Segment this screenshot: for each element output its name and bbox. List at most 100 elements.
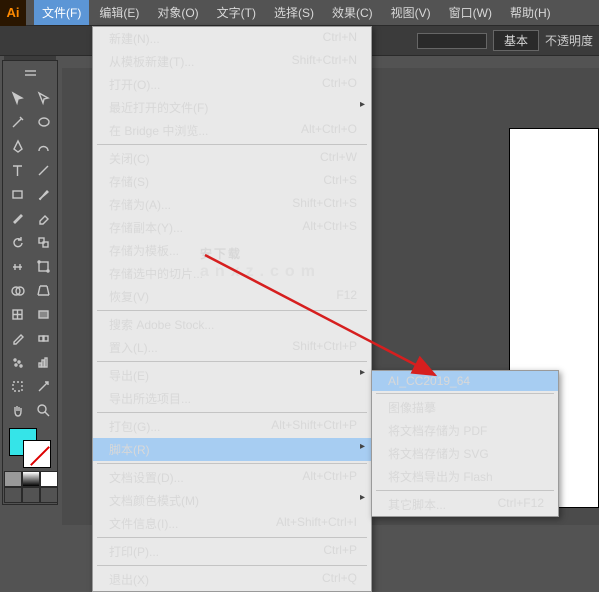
- free-transform-tool[interactable]: [30, 254, 56, 278]
- file-menu-item-10[interactable]: 存储为模板...: [93, 239, 371, 262]
- file-menu-separator: [97, 537, 367, 538]
- slice-tool[interactable]: [30, 374, 56, 398]
- lasso-tool[interactable]: [30, 110, 56, 134]
- gradient-tool[interactable]: [30, 302, 56, 326]
- file-menu-item-label: 文档设置(D)...: [109, 469, 184, 486]
- file-menu-item-23[interactable]: 文档设置(D)... Alt+Ctrl+P: [93, 466, 371, 489]
- menu-效果[interactable]: 效果(C): [324, 0, 381, 25]
- scale-tool[interactable]: [30, 230, 56, 254]
- scripts-submenu-separator: [376, 490, 554, 491]
- file-menu-item-20[interactable]: 打包(G)...Alt+Shift+Ctrl+P: [93, 415, 371, 438]
- toolbox-grip[interactable]: [4, 62, 56, 86]
- menu-选择[interactable]: 选择(S): [266, 0, 322, 25]
- file-menu-item-shortcut: Alt+Shift+Ctrl+I: [276, 515, 357, 532]
- direct-selection-tool[interactable]: [30, 86, 56, 110]
- menu-帮助[interactable]: 帮助(H): [502, 0, 559, 25]
- file-menu-item-18[interactable]: 导出所选项目...: [93, 387, 371, 410]
- artboard-tool[interactable]: [4, 374, 30, 398]
- file-menu-separator: [97, 310, 367, 311]
- eraser-tool[interactable]: [30, 206, 56, 230]
- menu-窗口[interactable]: 窗口(W): [441, 0, 500, 25]
- file-menu-item-8[interactable]: 存储为(A)...Shift+Ctrl+S: [93, 193, 371, 216]
- width-tool[interactable]: [4, 254, 30, 278]
- file-menu-item-27[interactable]: 打印(P)...Ctrl+P: [93, 540, 371, 563]
- file-menu-item-6[interactable]: 关闭(C)Ctrl+W: [93, 147, 371, 170]
- selection-tool[interactable]: [4, 86, 30, 110]
- file-menu-item-shortcut: Alt+Ctrl+P: [302, 469, 357, 486]
- stroke-color[interactable]: [23, 440, 51, 468]
- file-menu-item-25[interactable]: 文件信息(I)...Alt+Shift+Ctrl+I: [93, 512, 371, 535]
- draw-normal[interactable]: [4, 487, 22, 503]
- color-mode-row: [4, 471, 58, 487]
- file-menu-item-shortcut: Shift+Ctrl+S: [292, 196, 357, 213]
- scripts-submenu-item-shortcut: Ctrl+F12: [498, 496, 544, 513]
- file-menu-item-21[interactable]: 脚本(R): [93, 438, 371, 461]
- color-mode[interactable]: [4, 471, 22, 487]
- menu-对象[interactable]: 对象(O): [149, 0, 206, 25]
- file-menu-item-11[interactable]: 存储选中的切片...: [93, 262, 371, 285]
- rectangle-tool[interactable]: [4, 182, 30, 206]
- mesh-tool[interactable]: [4, 302, 30, 326]
- file-menu-item-15[interactable]: 置入(L)...Shift+Ctrl+P: [93, 336, 371, 359]
- app-logo: Ai: [0, 0, 26, 26]
- hand-tool[interactable]: [4, 398, 30, 422]
- eyedropper-tool[interactable]: [4, 326, 30, 350]
- file-menu-item-24[interactable]: 文档颜色模式(M): [93, 489, 371, 512]
- scripts-submenu-item-3[interactable]: 将文档存储为 PDF: [372, 419, 558, 442]
- blend-tool[interactable]: [30, 326, 56, 350]
- none-mode[interactable]: [40, 471, 58, 487]
- draw-inside[interactable]: [40, 487, 58, 503]
- line-tool[interactable]: [30, 158, 56, 182]
- file-menu-item-label: 最近打开的文件(F): [109, 99, 208, 116]
- file-menu-separator: [97, 361, 367, 362]
- perspective-grid-tool[interactable]: [30, 278, 56, 302]
- scripts-submenu-item-5[interactable]: 将文档导出为 Flash: [372, 465, 558, 488]
- file-menu-item-4: 在 Bridge 中浏览...Alt+Ctrl+O: [93, 119, 371, 142]
- shape-builder-tool[interactable]: [4, 278, 30, 302]
- file-menu-item-7[interactable]: 存储(S)Ctrl+S: [93, 170, 371, 193]
- file-menu-item-label: 存储选中的切片...: [109, 265, 203, 282]
- file-menu-item-shortcut: F12: [336, 288, 357, 305]
- file-menu-item-9[interactable]: 存储副本(Y)...Alt+Ctrl+S: [93, 216, 371, 239]
- draw-behind[interactable]: [22, 487, 40, 503]
- magic-wand-tool[interactable]: [4, 110, 30, 134]
- scripts-submenu-item-2[interactable]: 图像描摹: [372, 396, 558, 419]
- scripts-submenu-item-label: 将文档存储为 SVG: [388, 445, 489, 462]
- file-menu-item-label: 关闭(C): [109, 150, 150, 167]
- fill-stroke-swatch[interactable]: [4, 425, 56, 471]
- curvature-tool[interactable]: [30, 134, 56, 158]
- file-menu-item-2[interactable]: 打开(O)...Ctrl+O: [93, 73, 371, 96]
- scripts-submenu-item-7[interactable]: 其它脚本... Ctrl+F12: [372, 493, 558, 516]
- menu-视图[interactable]: 视图(V): [383, 0, 439, 25]
- file-menu-item-label: 新建(N)...: [109, 30, 160, 47]
- scripts-submenu-item-0[interactable]: AI_CC2019_64: [372, 371, 558, 391]
- menu-文件[interactable]: 文件(F): [34, 0, 89, 25]
- scripts-submenu-item-4[interactable]: 将文档存储为 SVG: [372, 442, 558, 465]
- menu-编辑[interactable]: 编辑(E): [91, 0, 147, 25]
- file-menu-item-label: 退出(X): [109, 571, 149, 588]
- type-tool[interactable]: [4, 158, 30, 182]
- file-menu-item-label: 打开(O)...: [109, 76, 160, 93]
- symbol-sprayer-tool[interactable]: [4, 350, 30, 374]
- file-menu-item-1[interactable]: 从模板新建(T)...Shift+Ctrl+N: [93, 50, 371, 73]
- pen-tool[interactable]: [4, 134, 30, 158]
- scripts-submenu-item-label: 其它脚本...: [388, 496, 446, 513]
- column-graph-tool[interactable]: [30, 350, 56, 374]
- file-menu-item-shortcut: Alt+Shift+Ctrl+P: [271, 418, 357, 435]
- file-menu-item-17[interactable]: 导出(E): [93, 364, 371, 387]
- file-menu-item-3[interactable]: 最近打开的文件(F): [93, 96, 371, 119]
- graphic-style-basic[interactable]: 基本: [493, 30, 539, 51]
- file-menu-item-label: 脚本(R): [109, 441, 150, 458]
- gradient-mode[interactable]: [22, 471, 40, 487]
- stroke-preview[interactable]: [417, 33, 487, 49]
- file-menu-item-label: 文档颜色模式(M): [109, 492, 199, 509]
- shaper-tool[interactable]: [4, 206, 30, 230]
- file-menu-item-14[interactable]: 搜索 Adobe Stock...: [93, 313, 371, 336]
- file-menu-item-0[interactable]: 新建(N)... Ctrl+N: [93, 27, 371, 50]
- paintbrush-tool[interactable]: [30, 182, 56, 206]
- zoom-tool[interactable]: [30, 398, 56, 422]
- rotate-tool[interactable]: [4, 230, 30, 254]
- file-menu-item-29[interactable]: 退出(X)Ctrl+Q: [93, 568, 371, 591]
- menu-文字[interactable]: 文字(T): [209, 0, 264, 25]
- file-menu-item-shortcut: Ctrl+N: [323, 30, 357, 47]
